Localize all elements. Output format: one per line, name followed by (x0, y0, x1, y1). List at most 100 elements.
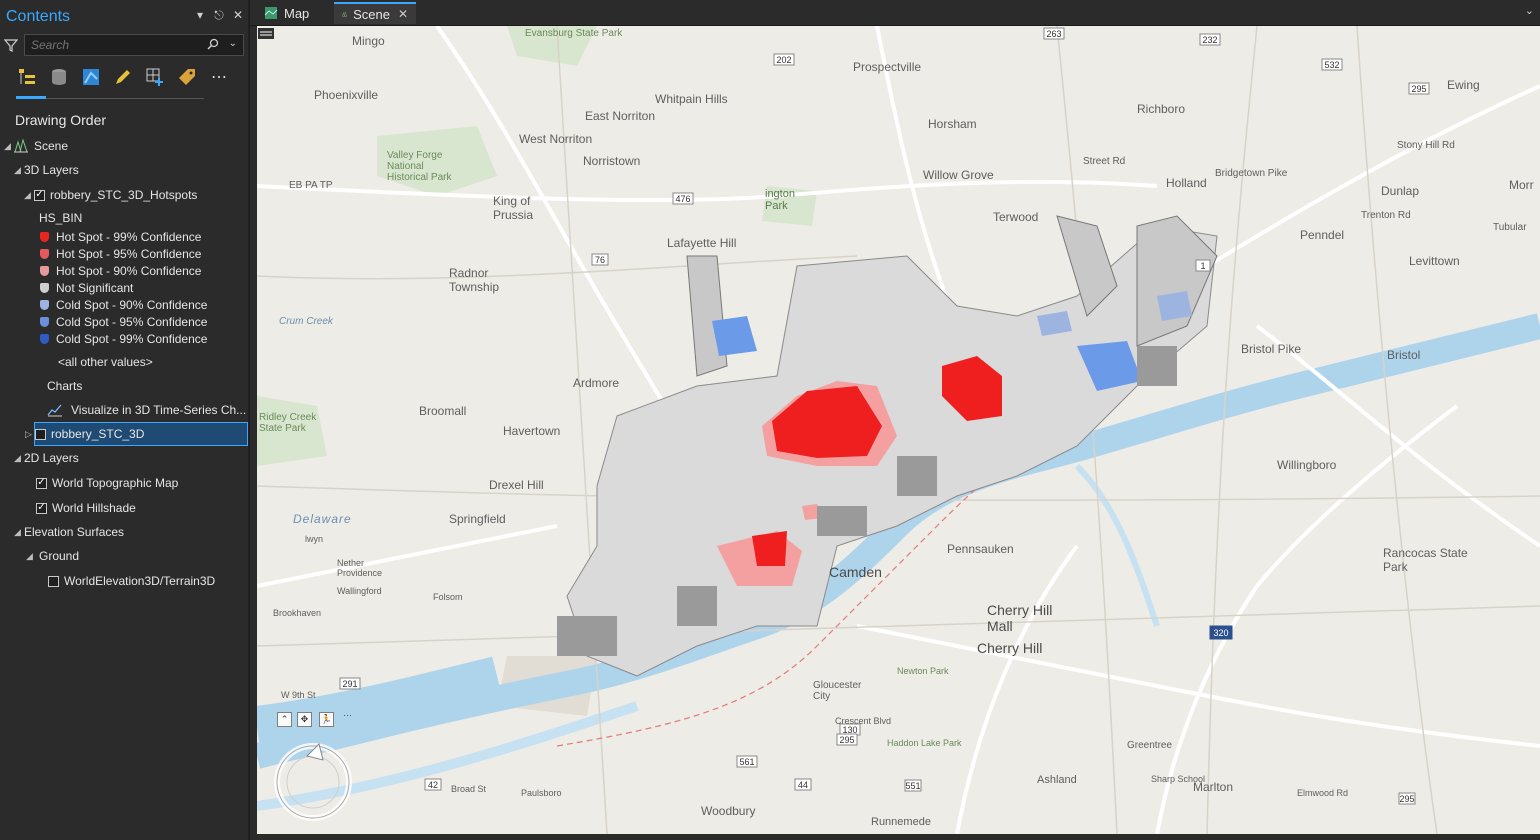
place-label: Ridley Creek State Park (259, 412, 317, 434)
tree-elevation[interactable]: ◢ Elevation Surfaces (14, 522, 124, 542)
navigator-collapse-button[interactable]: ⌃ (277, 712, 292, 727)
tree-hotspots-layer[interactable]: ◢ ✓ robbery_STC_3D_Hotspots (24, 185, 197, 205)
tab-scene-label: Scene (353, 6, 390, 22)
scene-icon (342, 11, 348, 17)
place-label: Ewing (1447, 78, 1480, 92)
layers-2d-label: 2D Layers (24, 451, 79, 465)
collapse-icon[interactable]: ◢ (4, 141, 14, 152)
stc-layer-label: robbery_STC_3D (51, 427, 145, 441)
legend-item[interactable]: Cold Spot - 99% Confidence (40, 330, 207, 347)
place-label: Brookhaven (273, 608, 322, 618)
first-person-button[interactable]: 🏃 (319, 712, 334, 727)
shield-label: 561 (739, 757, 754, 767)
field-name: HS_BIN (39, 211, 83, 225)
tree-stc-layer[interactable]: ▷ robbery_STC_3D (25, 422, 248, 446)
search-row: ⌄ (4, 34, 246, 56)
collapse-icon[interactable]: ◢ (26, 551, 36, 562)
tab-scene[interactable]: Scene ✕ (334, 2, 416, 24)
view-tab-bar: Map Scene ✕ ⌄ (250, 0, 1540, 26)
navigator-icon[interactable] (273, 742, 353, 822)
chart-item[interactable]: Visualize in 3D Time-Series Ch... (47, 400, 246, 420)
tree-hillshade-layer[interactable]: ✓ World Hillshade (36, 498, 136, 518)
search-options-icon[interactable]: ⌄ (229, 38, 237, 49)
navigator-options-icon[interactable]: … (343, 708, 352, 718)
ground-label: Ground (39, 549, 80, 563)
place-label: Paulsboro (521, 788, 562, 798)
shield-label: 202 (776, 55, 791, 65)
map-icon (264, 7, 278, 19)
close-icon[interactable]: ✕ (232, 8, 244, 23)
shield-label: 76 (595, 255, 605, 265)
labeling-icon[interactable] (176, 66, 198, 88)
shield-232: 232 (1199, 33, 1221, 46)
shield-295b: 320 (1209, 625, 1233, 640)
legend-item[interactable]: Cold Spot - 90% Confidence (40, 296, 207, 313)
place-label: Penndel (1300, 228, 1345, 242)
snapping-icon[interactable] (144, 66, 166, 88)
place-label: Dunlap (1381, 184, 1420, 198)
place-label: Runnemede (871, 816, 931, 828)
data-source-icon[interactable] (48, 66, 70, 88)
shield-70: 295 (1398, 792, 1416, 805)
place-label: Street Rd (1083, 156, 1126, 167)
tab-map[interactable]: Map (256, 2, 334, 24)
collapse-icon[interactable]: ◢ (14, 527, 24, 538)
legend-item[interactable]: Hot Spot - 95% Confidence (40, 245, 201, 262)
legend-item[interactable]: Not Significant (40, 279, 133, 296)
place-label: Haddon Lake Park (887, 738, 962, 748)
tree-terrain-layer[interactable]: WorldElevation3D/Terrain3D (48, 571, 215, 591)
search-box: ⌄ (24, 34, 244, 56)
notifications-icon[interactable] (257, 26, 275, 42)
pin-icon[interactable]: ⎋ (213, 8, 225, 23)
place-label: Woodbury (701, 804, 756, 818)
place-label: Mingo (352, 34, 385, 48)
search-input[interactable] (29, 37, 203, 53)
active-tool-indicator (16, 96, 46, 99)
scene-label: Scene (34, 139, 69, 153)
full-extent-button[interactable]: ✥ (297, 712, 312, 727)
layer-visibility-checkbox[interactable]: ✓ (36, 477, 47, 489)
place-label: Bristol (1387, 348, 1421, 362)
layer-visibility-checkbox[interactable] (35, 428, 46, 440)
contents-title: Contents (6, 7, 71, 25)
tree-3d-layers[interactable]: ◢ 3D Layers (14, 160, 79, 180)
tab-map-label: Map (284, 5, 310, 21)
other-values-label: <all other values> (58, 355, 153, 369)
scene-view[interactable]: 263 232 202 532 295 476 76 1 130 291 320… (257, 26, 1540, 834)
search-icon[interactable] (207, 38, 219, 50)
layer-visibility-checkbox[interactable]: ✓ (36, 502, 47, 514)
editing-icon[interactable] (112, 66, 134, 88)
place-label: Elmwood Rd (1297, 788, 1349, 798)
collapse-icon[interactable]: ◢ (14, 453, 24, 464)
shield-label: 295 (1399, 794, 1414, 804)
selection-icon[interactable] (80, 66, 102, 88)
place-label: Horsham (928, 117, 977, 131)
legend-item[interactable]: Hot Spot - 99% Confidence (40, 228, 201, 245)
shield-532: 532 (1321, 58, 1343, 71)
tree-topo-layer[interactable]: ✓ World Topographic Map (36, 473, 178, 493)
drawing-order-icon[interactable] (16, 66, 38, 88)
shield-label: 232 (1202, 35, 1217, 45)
collapse-icon[interactable]: ◢ (24, 190, 34, 201)
place-label: Rancocas State Park (1383, 546, 1468, 574)
layer-visibility-checkbox[interactable] (48, 575, 59, 587)
place-label: Greentree (1127, 740, 1173, 751)
place-label: Cherry Hill (977, 640, 1043, 656)
legend-item[interactable]: Cold Spot - 95% Confidence (40, 313, 207, 330)
pane-options-icon[interactable]: ▾ (194, 8, 206, 23)
layer-visibility-checkbox[interactable]: ✓ (34, 189, 45, 201)
tree-ground[interactable]: ◢ Ground (26, 546, 79, 566)
legend-item[interactable]: Hot Spot - 90% Confidence (40, 262, 201, 279)
tab-list-chevron-icon[interactable]: ⌄ (1525, 4, 1534, 17)
place-label: East Norriton (585, 109, 656, 123)
tree-scene[interactable]: ◢ Scene (4, 136, 68, 156)
topo-layer-label: World Topographic Map (52, 476, 179, 490)
collapse-icon[interactable]: ◢ (14, 165, 24, 176)
close-tab-icon[interactable]: ✕ (398, 7, 408, 21)
place-label: Tubular (1493, 222, 1527, 233)
more-icon[interactable]: ⋯ (208, 66, 230, 88)
hillshade-layer-label: World Hillshade (52, 501, 136, 515)
filter-icon[interactable] (4, 38, 18, 52)
expand-icon[interactable]: ▷ (25, 429, 35, 440)
tree-2d-layers[interactable]: ◢ 2D Layers (14, 448, 79, 468)
